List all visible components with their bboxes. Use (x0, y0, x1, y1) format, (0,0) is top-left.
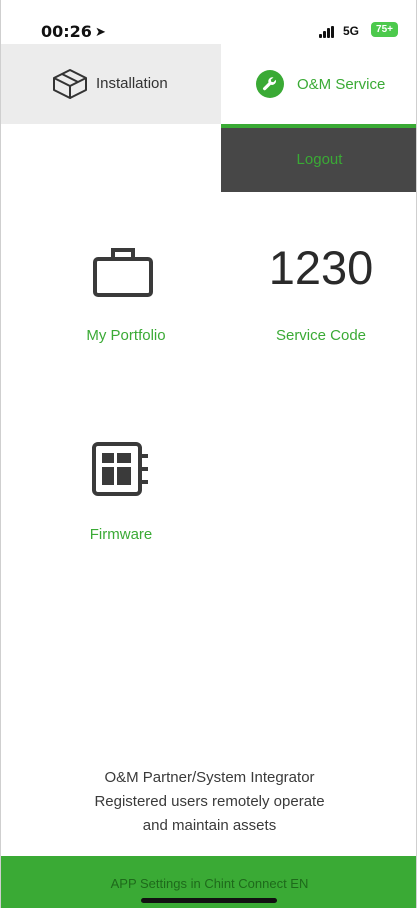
wrench-icon (256, 70, 284, 98)
service-code-label[interactable]: Service Code (241, 327, 401, 344)
battery-icon: 75+ (371, 22, 398, 37)
location-arrow-icon: ➤ (95, 24, 106, 39)
network-type: 5G (343, 24, 360, 38)
briefcase-icon[interactable] (91, 243, 155, 299)
tab-installation-label[interactable]: Installation (96, 75, 168, 92)
my-portfolio-label[interactable]: My Portfolio (46, 327, 206, 344)
role-description-line: and maintain assets (142, 817, 277, 834)
firmware-label[interactable]: Firmware (41, 526, 201, 543)
role-description-line: Registered users remotely operate (94, 793, 325, 810)
role-description-line: O&M Partner/System Integrator (104, 769, 315, 786)
app-screen: 00:26 ➤ 5G 75+ Installation O&M Service … (0, 0, 417, 908)
box-icon (53, 69, 87, 99)
status-bar: 00:26 ➤ 5G 75+ (1, 0, 416, 44)
service-code-value[interactable]: 1230 (241, 240, 401, 295)
logout-button[interactable]: Logout (221, 128, 416, 192)
signal-icon (319, 26, 335, 38)
role-description: O&M Partner/System Integrator Registered… (1, 766, 416, 838)
home-indicator (141, 898, 277, 903)
app-settings-label[interactable]: APP Settings in Chint Connect EN (1, 876, 416, 891)
tab-om-service-label[interactable]: O&M Service (297, 76, 385, 93)
battery-level: 75+ (376, 24, 393, 35)
status-time: 00:26 (41, 22, 92, 41)
firmware-chip-icon[interactable] (90, 440, 152, 498)
